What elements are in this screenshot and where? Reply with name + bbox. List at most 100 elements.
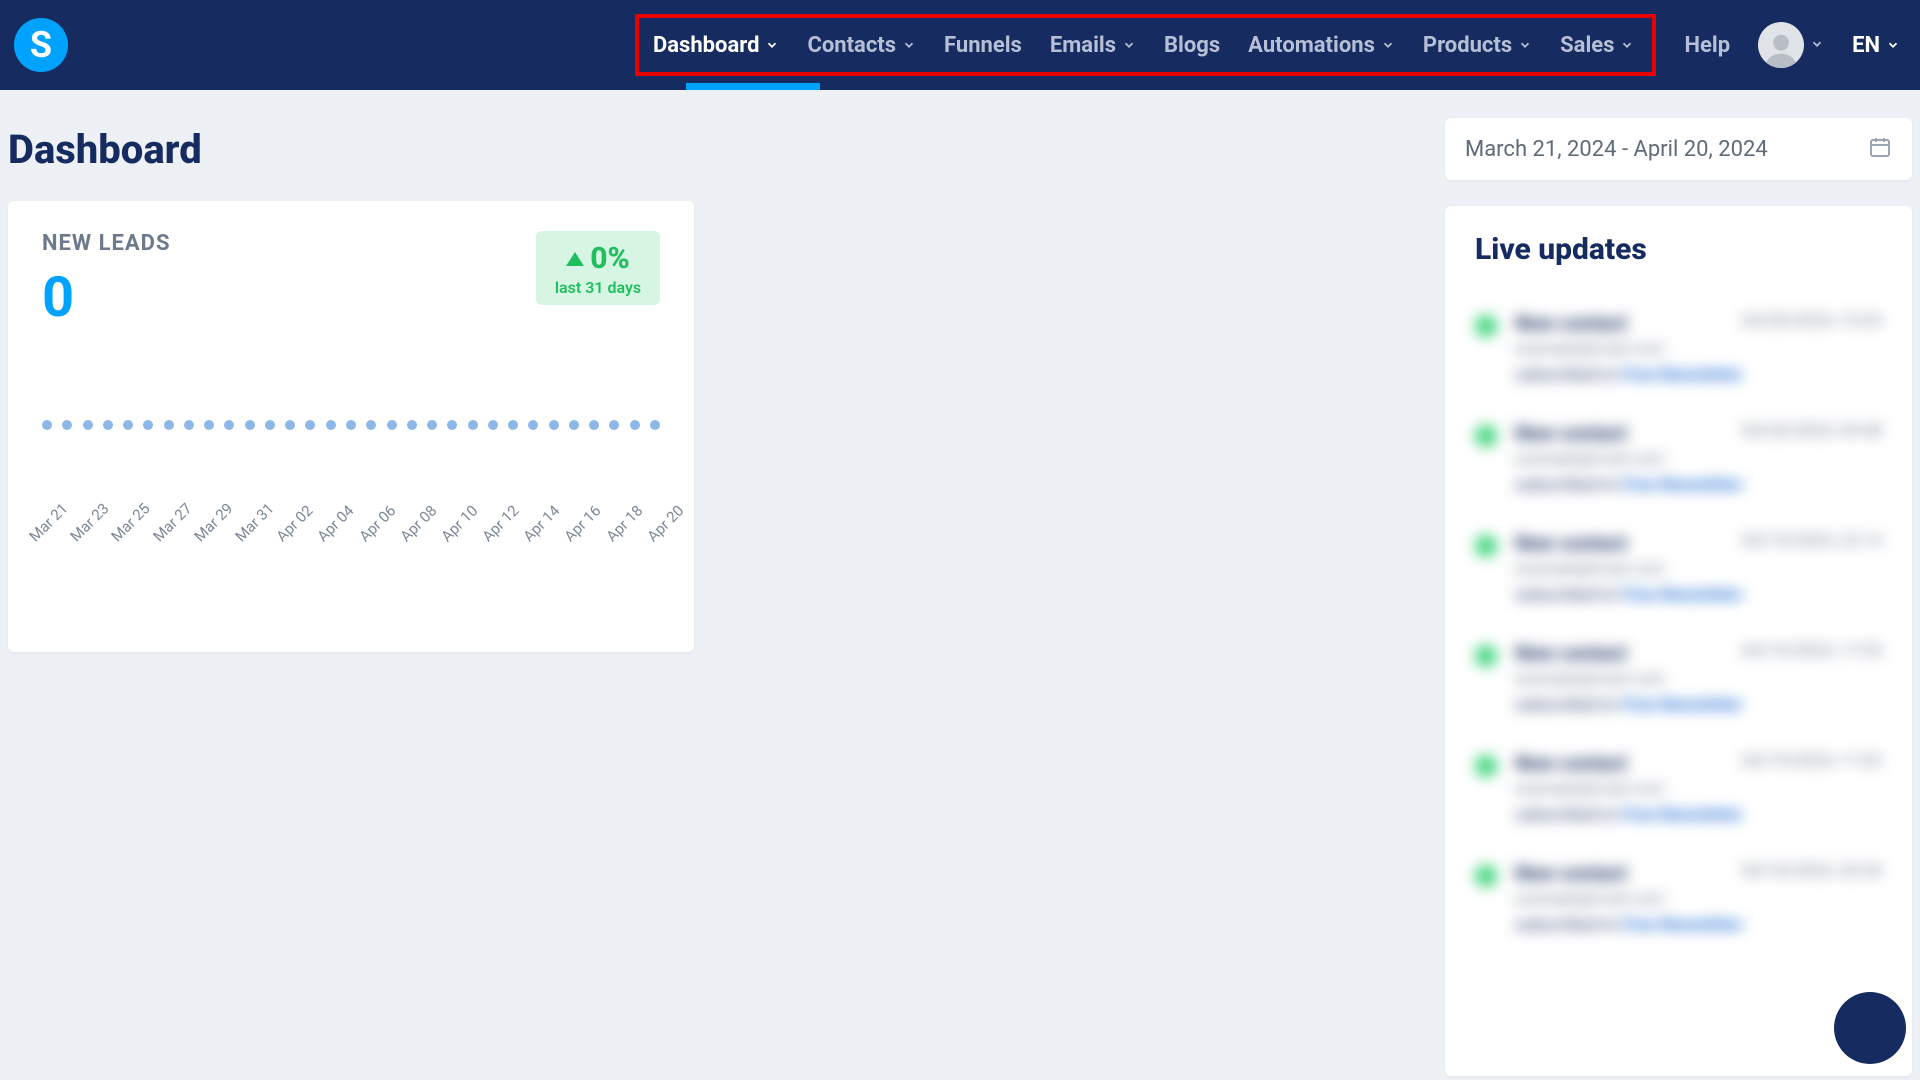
chart-x-tick: Apr 12 — [479, 518, 506, 545]
chart-x-tick: Mar 21 — [26, 518, 53, 545]
live-item-email: example@mail.com — [1515, 449, 1882, 469]
live-item-date: 04/20/2024, 10:24 — [1742, 311, 1882, 335]
chart-point — [346, 420, 356, 430]
trend-percent: 0% — [590, 241, 630, 276]
live-update-item[interactable]: New contact04/19/2024, 11:02example@mail… — [1475, 733, 1882, 843]
nav-item-label: Contacts — [807, 33, 896, 58]
chart-x-tick: Apr 16 — [561, 518, 588, 545]
chart-x-tick: Mar 25 — [108, 518, 135, 545]
live-item-action: subscribed to Free Newsletter — [1515, 915, 1882, 935]
chevron-down-icon — [1620, 38, 1634, 52]
live-item-email: example@mail.com — [1515, 559, 1882, 579]
language-label: EN — [1852, 33, 1880, 58]
status-dot-icon — [1475, 425, 1497, 447]
chart-point — [285, 420, 295, 430]
live-updates-panel: Live updates New contact04/20/2024, 10:2… — [1445, 206, 1912, 1076]
chart-point — [103, 420, 113, 430]
status-dot-icon — [1475, 315, 1497, 337]
nav-highlight-box: Dashboard Contacts Funnels Emails Blogs Autom… — [635, 14, 1657, 76]
live-item-action: subscribed to Free Newsletter — [1515, 585, 1882, 605]
nav-item-funnels[interactable]: Funnels — [944, 33, 1022, 58]
chevron-down-icon — [1810, 36, 1824, 55]
chart-point — [184, 420, 194, 430]
live-item-name: New contact — [1515, 641, 1627, 665]
nav-item-sales[interactable]: Sales — [1560, 33, 1634, 58]
chart-point — [427, 420, 437, 430]
live-item-action: subscribed to Free Newsletter — [1515, 365, 1882, 385]
chart-point — [407, 420, 417, 430]
chart-x-tick: Mar 31 — [232, 518, 259, 545]
chart-point — [650, 420, 660, 430]
app-logo[interactable]: S — [14, 18, 68, 72]
status-dot-icon — [1475, 755, 1497, 777]
chart-point — [224, 420, 234, 430]
calendar-icon — [1868, 135, 1892, 163]
date-range-text: March 21, 2024 - April 20, 2024 — [1465, 137, 1768, 162]
card-value: 0 — [42, 264, 171, 330]
live-item-date: 04/19/2024, 22:14 — [1742, 531, 1882, 555]
live-update-item[interactable]: New contact04/20/2024, 09:48example@mail… — [1475, 403, 1882, 513]
chevron-down-icon — [1518, 38, 1532, 52]
live-item-date: 04/18/2024, 20:36 — [1742, 861, 1882, 885]
live-item-name: New contact — [1515, 531, 1627, 555]
live-item-action: subscribed to Free Newsletter — [1515, 695, 1882, 715]
avatar-icon — [1758, 22, 1804, 68]
top-nav: Dashboard Contacts Funnels Emails Blogs Autom… — [635, 14, 1900, 76]
chart-point — [83, 420, 93, 430]
nav-help[interactable]: Help — [1684, 33, 1730, 58]
card-title: NEW LEADS — [42, 231, 171, 256]
chart-x-tick: Mar 27 — [149, 518, 176, 545]
live-update-item[interactable]: New contact 04/19/2024, 22:14 example@mail… — [1475, 513, 1882, 623]
chart-point — [447, 420, 457, 430]
live-item-email: example@mail.com — [1515, 339, 1882, 359]
live-item-name: New contact — [1515, 421, 1627, 445]
nav-item-label: Funnels — [944, 33, 1022, 58]
date-range-picker[interactable]: March 21, 2024 - April 20, 2024 — [1445, 118, 1912, 180]
trend-subtitle: last 31 days — [552, 278, 644, 297]
chevron-down-icon — [1122, 38, 1136, 52]
user-menu[interactable] — [1758, 22, 1824, 68]
chart-x-tick: Apr 18 — [602, 518, 629, 545]
chat-button[interactable] — [1834, 992, 1906, 1064]
nav-item-emails[interactable]: Emails — [1050, 33, 1136, 58]
nav-item-blogs[interactable]: Blogs — [1164, 33, 1220, 58]
chart-point — [387, 420, 397, 430]
chart-point — [569, 420, 579, 430]
chart-point — [488, 420, 498, 430]
live-update-item[interactable]: New contact04/18/2024, 20:36example@mail… — [1475, 843, 1882, 953]
chart-x-tick: Mar 29 — [190, 518, 217, 545]
trend-up-icon — [566, 252, 584, 266]
status-dot-icon — [1475, 865, 1497, 887]
live-item-date: 04/19/2024, 11:02 — [1742, 751, 1882, 775]
live-item-action: subscribed to Free Newsletter — [1515, 475, 1882, 495]
chart-point — [305, 420, 315, 430]
chart-point — [549, 420, 559, 430]
header-bar: S Dashboard Contacts Funnels Emails Blogs Aut… — [0, 0, 1920, 90]
chart-point — [164, 420, 174, 430]
nav-item-label: Dashboard — [653, 33, 760, 58]
chart-x-tick: Apr 02 — [273, 518, 300, 545]
active-tab-underline — [686, 83, 820, 90]
chevron-down-icon — [902, 38, 916, 52]
language-selector[interactable]: EN — [1852, 33, 1900, 58]
nav-item-products[interactable]: Products — [1423, 33, 1532, 58]
live-update-item[interactable]: New contact04/19/2024, 17:53example@mail… — [1475, 623, 1882, 733]
chart-x-axis: Mar 21Mar 23Mar 25Mar 27Mar 29Mar 31Apr … — [32, 530, 670, 548]
chart-point — [528, 420, 538, 430]
live-updates-title: Live updates — [1475, 232, 1882, 267]
chart-point — [630, 420, 640, 430]
nav-item-automations[interactable]: Automations — [1248, 33, 1395, 58]
live-update-item[interactable]: New contact04/20/2024, 10:24example@mail… — [1475, 293, 1882, 403]
nav-item-label: Blogs — [1164, 33, 1220, 58]
nav-item-contacts[interactable]: Contacts — [807, 33, 916, 58]
chevron-down-icon — [1886, 33, 1900, 58]
nav-item-dashboard[interactable]: Dashboard — [653, 33, 780, 58]
nav-item-label: Sales — [1560, 33, 1614, 58]
status-dot-icon — [1475, 645, 1497, 667]
chart-point — [143, 420, 153, 430]
live-item-email: example@mail.com — [1515, 779, 1882, 799]
chart-point — [204, 420, 214, 430]
leads-chart: Mar 21Mar 23Mar 25Mar 27Mar 29Mar 31Apr … — [42, 420, 660, 640]
live-item-action: subscribed to Free Newsletter — [1515, 805, 1882, 825]
chart-x-tick: Apr 10 — [438, 518, 465, 545]
